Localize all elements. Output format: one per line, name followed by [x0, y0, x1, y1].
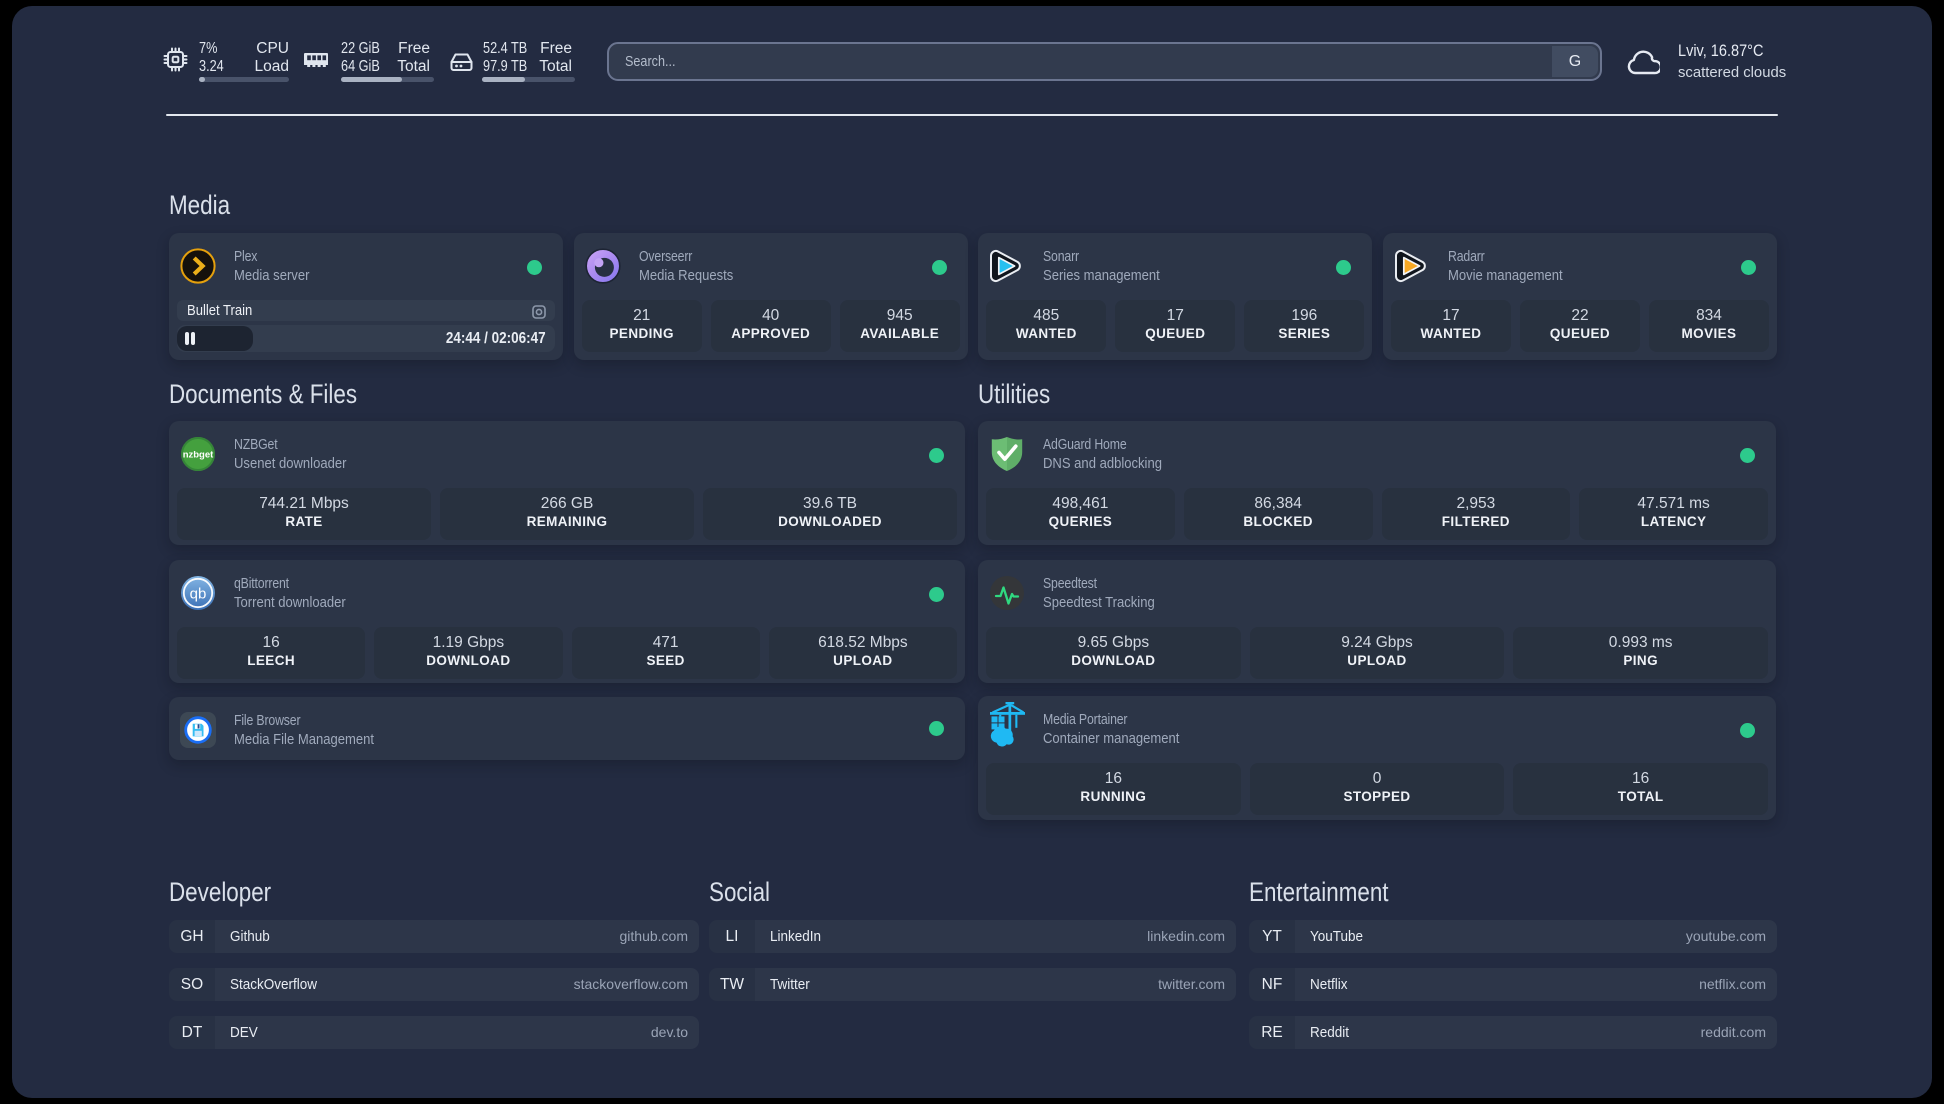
svg-text:nzbget: nzbget — [183, 450, 214, 461]
svg-text:qb: qb — [190, 586, 207, 603]
